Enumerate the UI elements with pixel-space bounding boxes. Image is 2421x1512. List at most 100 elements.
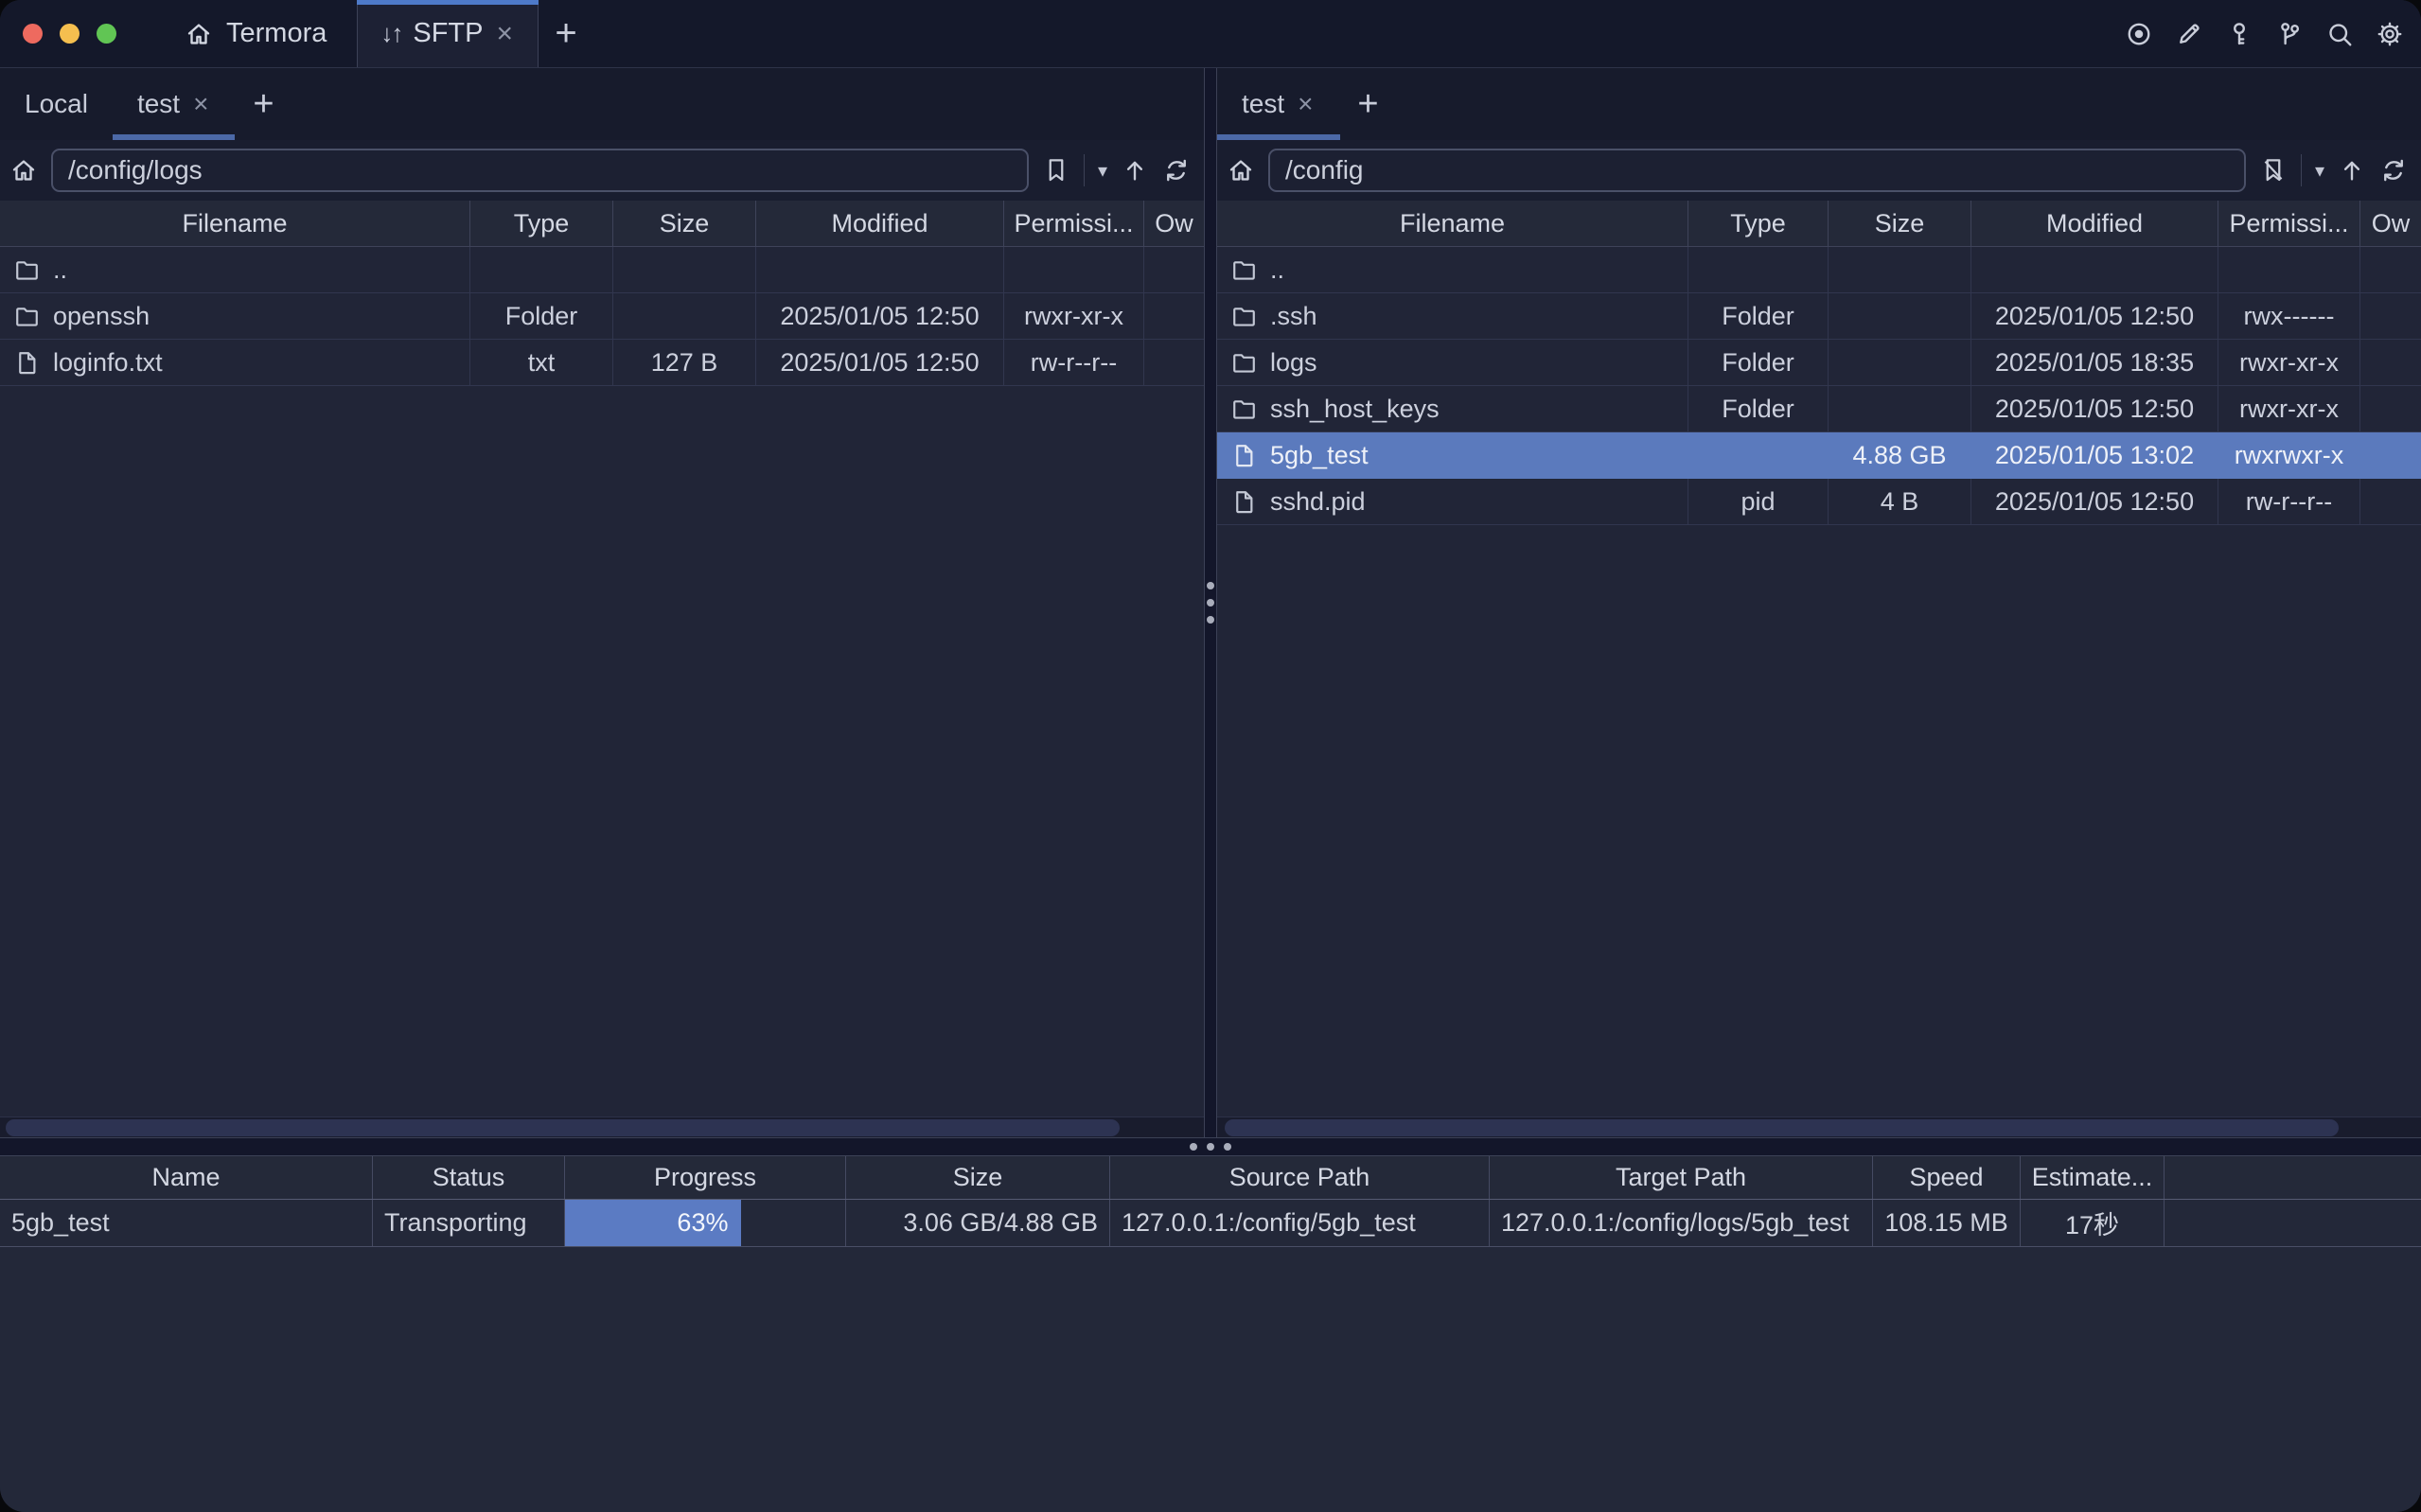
column-header-modified[interactable]: Modified	[1971, 201, 2218, 246]
new-pane-tab-button[interactable]: +	[1340, 68, 1397, 140]
column-header-target-path[interactable]: Target Path	[1490, 1156, 1873, 1199]
owner-cell	[2360, 386, 2421, 431]
column-header-filename[interactable]: Filename	[0, 201, 470, 246]
column-header-permissions[interactable]: Permissi...	[2218, 201, 2360, 246]
bookmark-icon[interactable]	[1042, 156, 1070, 185]
transfer-progress-cell: 63%	[565, 1200, 846, 1246]
path-input[interactable]	[1268, 149, 2246, 192]
tab-test-left[interactable]: test ×	[113, 68, 236, 140]
refresh-icon[interactable]	[2379, 156, 2408, 185]
record-icon[interactable]	[2125, 20, 2153, 48]
table-row-selected[interactable]: 5gb_test 4.88 GB 2025/01/05 13:02 rwxrwx…	[1217, 432, 2421, 479]
branch-icon[interactable]	[2275, 20, 2304, 48]
column-header-size[interactable]: Size	[613, 201, 756, 246]
size-cell	[613, 247, 756, 292]
type-cell	[1688, 432, 1829, 478]
left-path-actions: ▾	[1042, 154, 1191, 186]
transfer-panel-resize-handle[interactable]	[0, 1137, 2421, 1156]
filename: 5gb_test	[1270, 441, 1369, 470]
settings-gear-icon[interactable]	[2376, 20, 2404, 48]
owner-cell	[2360, 479, 2421, 524]
table-row[interactable]: sshd.pid pid 4 B 2025/01/05 12:50 rw-r--…	[1217, 479, 2421, 525]
close-tab-icon[interactable]: ×	[191, 91, 210, 117]
table-row[interactable]: logs Folder 2025/01/05 18:35 rwxr-xr-x	[1217, 340, 2421, 386]
filename: ..	[53, 255, 67, 285]
owner-cell	[2360, 247, 2421, 292]
column-header-status[interactable]: Status	[373, 1156, 565, 1199]
transfer-empty-cell	[2165, 1200, 2421, 1246]
column-header-filename[interactable]: Filename	[1217, 201, 1688, 246]
folder-icon	[1230, 303, 1258, 330]
search-icon[interactable]	[2325, 20, 2354, 48]
path-input[interactable]	[51, 149, 1029, 192]
edit-icon[interactable]	[2175, 20, 2203, 48]
table-row[interactable]: ..	[0, 247, 1204, 293]
column-header-estimate[interactable]: Estimate...	[2021, 1156, 2165, 1199]
table-row[interactable]: ..	[1217, 247, 2421, 293]
permissions-cell: rw-r--r--	[1004, 340, 1144, 385]
new-pane-tab-button[interactable]: +	[235, 68, 292, 140]
tab-label: test	[1242, 89, 1284, 119]
owner-cell	[2360, 293, 2421, 339]
column-header-size[interactable]: Size	[1829, 201, 1971, 246]
chevron-down-icon[interactable]: ▾	[2315, 159, 2324, 183]
permissions-cell: rwx------	[2218, 293, 2360, 339]
column-header-permissions[interactable]: Permissi...	[1004, 201, 1144, 246]
close-tab-icon[interactable]: ×	[494, 20, 515, 48]
home-icon[interactable]	[1227, 156, 1255, 185]
type-cell	[1688, 247, 1829, 292]
transfer-row[interactable]: 5gb_test Transporting 63% 3.06 GB/4.88 G…	[0, 1200, 2421, 1247]
column-header-type[interactable]: Type	[470, 201, 613, 246]
column-header-progress[interactable]: Progress	[565, 1156, 846, 1199]
minimize-window-button[interactable]	[60, 24, 80, 44]
progress-bar: 63%	[565, 1200, 741, 1246]
tab-test-right[interactable]: test ×	[1217, 68, 1340, 140]
left-path-bar: ▾	[0, 140, 1204, 201]
left-file-pane: Local test × + ▾	[0, 68, 1204, 1137]
scrollbar-thumb[interactable]	[1225, 1119, 2339, 1136]
divider	[2301, 154, 2302, 186]
size-cell	[613, 293, 756, 339]
permissions-cell: rwxrwxr-x	[2218, 432, 2360, 478]
permissions-cell	[2218, 247, 2360, 292]
new-tab-button[interactable]: +	[539, 0, 593, 67]
modified-cell	[1971, 247, 2218, 292]
permissions-cell	[1004, 247, 1144, 292]
tab-sftp[interactable]: ↓↑ SFTP ×	[357, 0, 539, 67]
tab-local[interactable]: Local	[0, 68, 113, 140]
column-header-name[interactable]: Name	[0, 1156, 373, 1199]
bookmark-slash-icon[interactable]	[2259, 156, 2288, 185]
transfer-arrows-icon: ↓↑	[380, 19, 401, 48]
modified-cell: 2025/01/05 18:35	[1971, 340, 2218, 385]
sftp-split-view: Local test × + ▾	[0, 68, 2421, 1137]
chevron-down-icon[interactable]: ▾	[1098, 159, 1107, 183]
column-header-size[interactable]: Size	[846, 1156, 1110, 1199]
horizontal-scrollbar[interactable]	[0, 1116, 1204, 1137]
up-directory-icon[interactable]	[1121, 156, 1149, 185]
column-header-modified[interactable]: Modified	[756, 201, 1004, 246]
pane-resize-handle[interactable]	[1204, 68, 1217, 1137]
table-row[interactable]: ssh_host_keys Folder 2025/01/05 12:50 rw…	[1217, 386, 2421, 432]
column-header-type[interactable]: Type	[1688, 201, 1829, 246]
refresh-icon[interactable]	[1162, 156, 1191, 185]
column-header-speed[interactable]: Speed	[1873, 1156, 2021, 1199]
key-icon[interactable]	[2225, 20, 2253, 48]
column-header-empty	[2165, 1156, 2421, 1199]
close-tab-icon[interactable]: ×	[1296, 91, 1315, 117]
close-window-button[interactable]	[23, 24, 43, 44]
column-header-owner[interactable]: Ow	[1144, 201, 1204, 246]
tab-termora[interactable]: Termora	[179, 0, 332, 67]
owner-cell	[1144, 247, 1204, 292]
type-cell: Folder	[470, 293, 613, 339]
scrollbar-thumb[interactable]	[6, 1119, 1120, 1136]
column-header-source-path[interactable]: Source Path	[1110, 1156, 1490, 1199]
zoom-window-button[interactable]	[97, 24, 116, 44]
table-row[interactable]: openssh Folder 2025/01/05 12:50 rwxr-xr-…	[0, 293, 1204, 340]
column-header-owner[interactable]: Ow	[2360, 201, 2421, 246]
up-directory-icon[interactable]	[2338, 156, 2366, 185]
size-cell: 4 B	[1829, 479, 1971, 524]
home-icon[interactable]	[9, 156, 38, 185]
table-row[interactable]: .ssh Folder 2025/01/05 12:50 rwx------	[1217, 293, 2421, 340]
table-row[interactable]: loginfo.txt txt 127 B 2025/01/05 12:50 r…	[0, 340, 1204, 386]
horizontal-scrollbar[interactable]	[1217, 1116, 2421, 1137]
